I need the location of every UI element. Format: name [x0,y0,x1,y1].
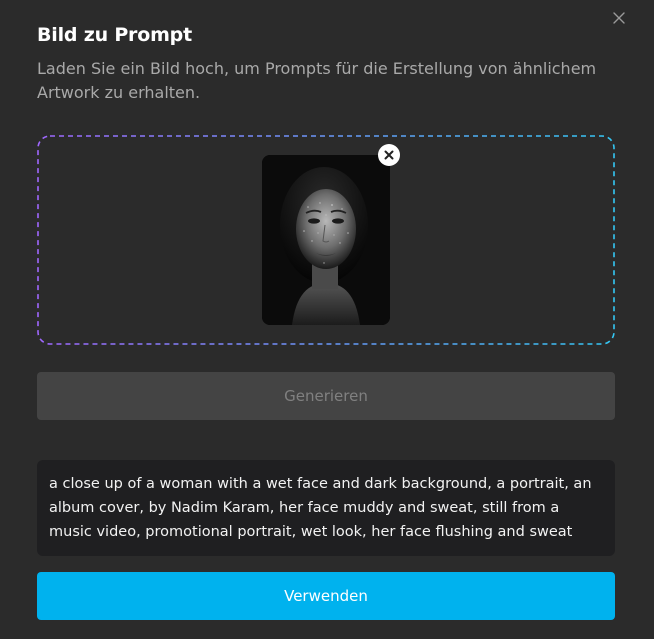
dialog-title: Bild zu Prompt [37,24,192,46]
dialog-subtitle: Laden Sie ein Bild hoch, um Prompts für … [37,59,597,102]
use-prompt-button[interactable]: Verwenden [37,572,615,620]
image-to-prompt-dialog: Bild zu Prompt Laden Sie ein Bild hoch, … [0,0,654,639]
remove-x-icon [384,150,394,160]
close-icon [613,12,625,24]
remove-image-button[interactable] [378,144,400,166]
prompt-result-text: a close up of a woman with a wet face an… [37,460,615,556]
uploaded-image-thumbnail [262,155,390,325]
generate-button[interactable]: Generieren [37,372,615,420]
portrait-image [262,155,390,325]
image-upload-zone[interactable] [37,135,615,345]
close-button[interactable] [610,9,628,27]
